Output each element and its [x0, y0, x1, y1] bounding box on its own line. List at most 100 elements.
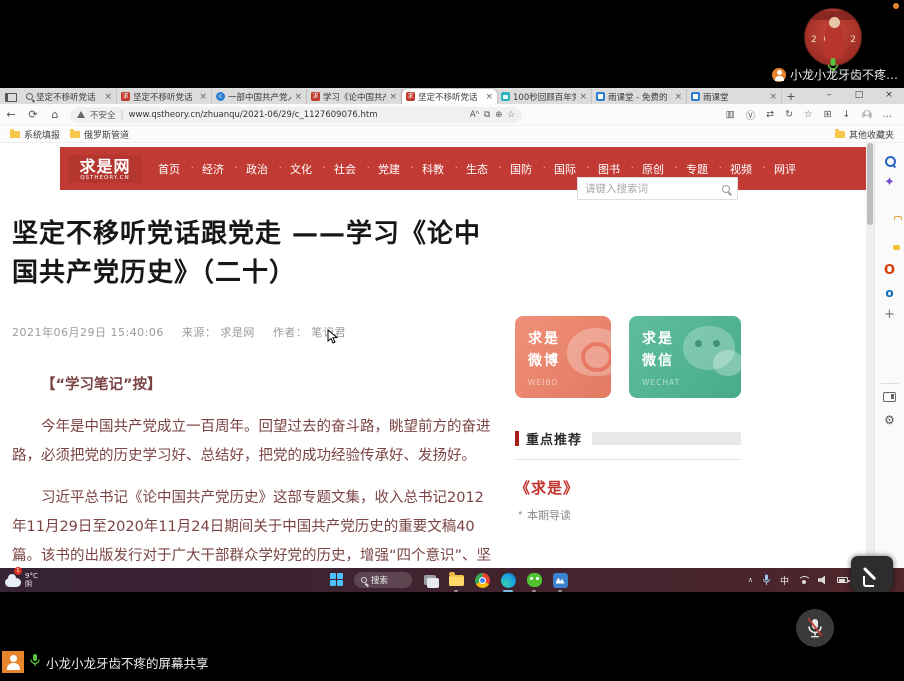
close-icon[interactable]: [294, 92, 302, 102]
wechat-button[interactable]: [526, 572, 542, 588]
tab-8[interactable]: 雨课堂: [687, 89, 782, 104]
tab-list-button[interactable]: [0, 90, 22, 104]
site-logo[interactable]: 求是网 QSTHEORY.CN: [68, 155, 142, 183]
maximize-button[interactable]: □: [844, 88, 874, 104]
annotation-tool-button[interactable]: [851, 556, 893, 592]
nav-item-party[interactable]: 党建: [378, 161, 400, 177]
url-text[interactable]: www.qstheory.cn/zhuanqu/2021-06/29/c_112…: [129, 110, 465, 120]
close-icon[interactable]: [579, 92, 587, 102]
address-bar[interactable]: 不安全 | www.qstheory.cn/zhuanqu/2021-06/29…: [70, 107, 522, 123]
close-icon[interactable]: [769, 92, 777, 102]
wifi-icon[interactable]: [798, 576, 809, 585]
tab-6[interactable]: 100秒回顾百年党: [497, 89, 592, 104]
edge-button[interactable]: [500, 572, 516, 588]
tab-3[interactable]: c一部中国共产党人: [212, 89, 307, 104]
back-icon[interactable]: ←: [0, 108, 22, 121]
page-scrollbar[interactable]: [866, 143, 874, 568]
participant-name: 小龙小龙牙齿不疼…: [790, 66, 898, 83]
ime-indicator[interactable]: 中: [780, 574, 789, 587]
scrollbar-thumb[interactable]: [867, 143, 873, 225]
notification-dot: [893, 3, 899, 9]
collections-icon[interactable]: ⊞: [824, 109, 832, 120]
copilot-icon[interactable]: ✦: [882, 175, 898, 191]
nav-item-economy[interactable]: 经济: [202, 161, 224, 177]
tab-title: 坚定不移听党话: [133, 91, 196, 103]
weather-widget[interactable]: 1 9°C 阴: [5, 572, 38, 588]
favorites-icon[interactable]: ☆: [804, 109, 813, 120]
close-icon[interactable]: [104, 92, 112, 102]
bookmark-item[interactable]: 俄罗斯管道: [70, 128, 129, 141]
other-bookmarks[interactable]: 其他收藏夹: [835, 128, 894, 141]
taskbar-search[interactable]: 搜索: [354, 572, 412, 588]
tab-2[interactable]: 求坚定不移听党话: [117, 89, 212, 104]
close-icon[interactable]: [485, 92, 493, 102]
zoom-icon[interactable]: ⊕: [495, 110, 502, 120]
bookmark-label: 俄罗斯管道: [84, 128, 129, 141]
rainclassroom-button[interactable]: [552, 572, 568, 588]
profile-avatar[interactable]: [862, 110, 872, 120]
shield-icon[interactable]: Ⓥ: [746, 108, 756, 122]
minimize-button[interactable]: –: [814, 88, 844, 104]
battery-icon[interactable]: [837, 577, 848, 583]
divider: [515, 459, 741, 460]
refresh-icon[interactable]: ⟳: [22, 108, 44, 121]
chrome-button[interactable]: [474, 572, 490, 588]
nav-item-ecology[interactable]: 生态: [466, 161, 488, 177]
close-icon[interactable]: [674, 92, 682, 102]
weather-cloud-icon: [5, 578, 21, 587]
edge-sidebar: ✦ O o + ⚙: [874, 143, 904, 568]
nav-item-society[interactable]: 社会: [334, 161, 356, 177]
security-label: 不安全: [90, 109, 116, 121]
journal-link[interactable]: 《求是》: [515, 477, 741, 498]
immersive-reader-icon[interactable]: ⧉: [484, 110, 490, 120]
downloads-icon[interactable]: ↓: [843, 109, 851, 120]
sidebar-search-icon[interactable]: [882, 153, 898, 169]
tab-7[interactable]: 雨课堂 - 免费的: [592, 89, 687, 104]
close-window-button[interactable]: ×: [874, 88, 904, 104]
section-fill-bar: [592, 432, 741, 445]
nav-item-home[interactable]: 首页: [158, 161, 180, 177]
tab-1[interactable]: 坚定不移听党话: [22, 89, 117, 104]
not-secure-icon: [77, 111, 85, 118]
divider: [881, 383, 899, 384]
home-icon[interactable]: ⌂: [44, 108, 66, 121]
tray-mic-icon[interactable]: [762, 571, 771, 590]
close-icon[interactable]: [389, 92, 397, 102]
close-icon[interactable]: [199, 92, 207, 102]
rainclassroom-icon: [553, 573, 568, 588]
participant-row[interactable]: 小龙小龙牙齿不疼…: [772, 66, 902, 83]
gear-icon[interactable]: ⚙: [882, 412, 898, 428]
nav-item-politics[interactable]: 政治: [246, 161, 268, 177]
favorite-star-icon[interactable]: ☆: [507, 110, 515, 120]
office-icon[interactable]: O: [882, 263, 898, 279]
hide-sidebar-icon[interactable]: [883, 392, 896, 402]
volume-icon[interactable]: [818, 576, 828, 585]
pen-icon: [863, 565, 881, 583]
split-screen-icon[interactable]: ⇄: [766, 109, 774, 120]
tray-expand-icon[interactable]: ∧: [748, 576, 753, 584]
nav-item-science[interactable]: 科教: [422, 161, 444, 177]
bookmark-item[interactable]: 系统填报: [10, 128, 60, 141]
nav-item-culture[interactable]: 文化: [290, 161, 312, 177]
wechat-card[interactable]: 求是 微信 WECHAT: [629, 316, 741, 398]
weibo-card[interactable]: 求是 微博 WEIBO: [515, 316, 611, 398]
wechat-subtitle: WECHAT: [642, 378, 741, 387]
read-aloud-icon[interactable]: Aʰ: [470, 110, 479, 120]
search-icon[interactable]: [722, 185, 730, 193]
start-button[interactable]: [330, 573, 344, 587]
journal-item-partial[interactable]: 本期导读: [515, 507, 741, 523]
new-tab-button[interactable]: +: [782, 89, 800, 104]
history-icon[interactable]: ↻: [785, 109, 793, 120]
task-view-button[interactable]: [422, 572, 438, 588]
microphone-muted-button[interactable]: [796, 609, 834, 647]
settings-menu-icon[interactable]: …: [883, 109, 893, 120]
add-sidebar-app-icon[interactable]: +: [882, 307, 898, 323]
tab-title: 坚定不移听党话: [418, 91, 482, 103]
file-explorer-button[interactable]: [448, 572, 464, 588]
outlook-icon[interactable]: o: [882, 285, 898, 301]
browser-essentials-icon[interactable]: ▥: [726, 109, 735, 120]
tab-4[interactable]: 求学习《论中国共产: [307, 89, 402, 104]
article-body: 【“学习笔记”按】 今年是中国共产党成立一百周年。回望过去的奋斗路，眺望前方的奋…: [12, 371, 494, 568]
tab-5-active[interactable]: 求坚定不移听党话: [402, 89, 497, 104]
site-search-input[interactable]: 请键入搜索词: [577, 177, 738, 200]
